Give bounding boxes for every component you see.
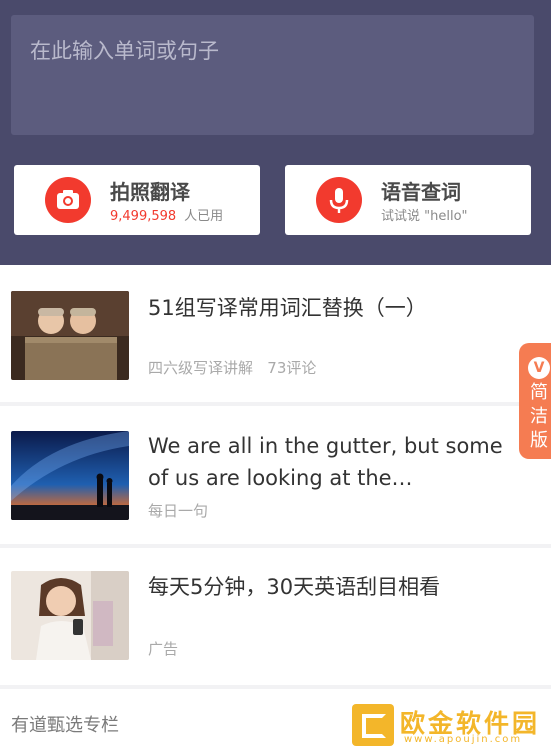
babies-in-crate-photo xyxy=(11,291,129,380)
search-placeholder: 在此输入单词或句子 xyxy=(30,39,219,63)
quote-text: We are all in the gutter, but some of us… xyxy=(148,434,503,490)
watermark: 欧金软件园 www.apoujin.com xyxy=(352,700,551,750)
article-title: 51组写译常用词汇替换（一） xyxy=(148,296,427,320)
usage-count: 9,499,598 xyxy=(110,209,177,224)
voice-lookup-title: 语音查词 xyxy=(381,180,461,204)
simple-mode-label: 简洁版 xyxy=(530,382,548,451)
camera-icon xyxy=(45,177,91,223)
milky-way-couple-photo xyxy=(11,431,129,520)
voice-lookup-hint: 试试说 "hello" xyxy=(381,209,468,224)
section-title: 有道甄选专栏 xyxy=(11,715,119,736)
list-item[interactable]: 每天5分钟，30天英语刮目相看 广告 xyxy=(0,548,551,685)
ad-title: 每天5分钟，30天英语刮目相看 xyxy=(148,575,441,599)
list-item[interactable]: We are all in the gutter, but some of us… xyxy=(0,406,551,544)
photo-translate-usage: 9,499,598 人已用 xyxy=(110,205,223,224)
photo-translate-button[interactable]: 拍照翻译 9,499,598 人已用 xyxy=(14,165,260,235)
photo-translate-title: 拍照翻译 xyxy=(110,180,190,204)
ad-label: 广告 xyxy=(148,640,179,658)
simple-mode-tab[interactable]: V 简洁版 xyxy=(519,343,551,459)
microphone-icon xyxy=(316,177,362,223)
article-meta: 四六级写译讲解 73评论 xyxy=(148,359,317,377)
search-input[interactable]: 在此输入单词或句子 xyxy=(11,15,534,135)
quote-category: 每日一句 xyxy=(148,502,209,520)
watermark-url: www.apoujin.com xyxy=(404,734,523,745)
watermark-logo-icon xyxy=(352,704,394,746)
smiling-woman-with-phone-photo xyxy=(11,571,129,660)
header-panel: 在此输入单词或句子 拍照翻译 9,499,598 人已用 语音查词 试试说 "he… xyxy=(0,0,551,265)
list-item[interactable]: 51组写译常用词汇替换（一） 四六级写译讲解 73评论 xyxy=(0,265,551,402)
voice-lookup-button[interactable]: 语音查词 试试说 "hello" xyxy=(285,165,531,235)
usage-suffix: 人已用 xyxy=(184,209,224,224)
v-badge-icon: V xyxy=(528,357,550,379)
